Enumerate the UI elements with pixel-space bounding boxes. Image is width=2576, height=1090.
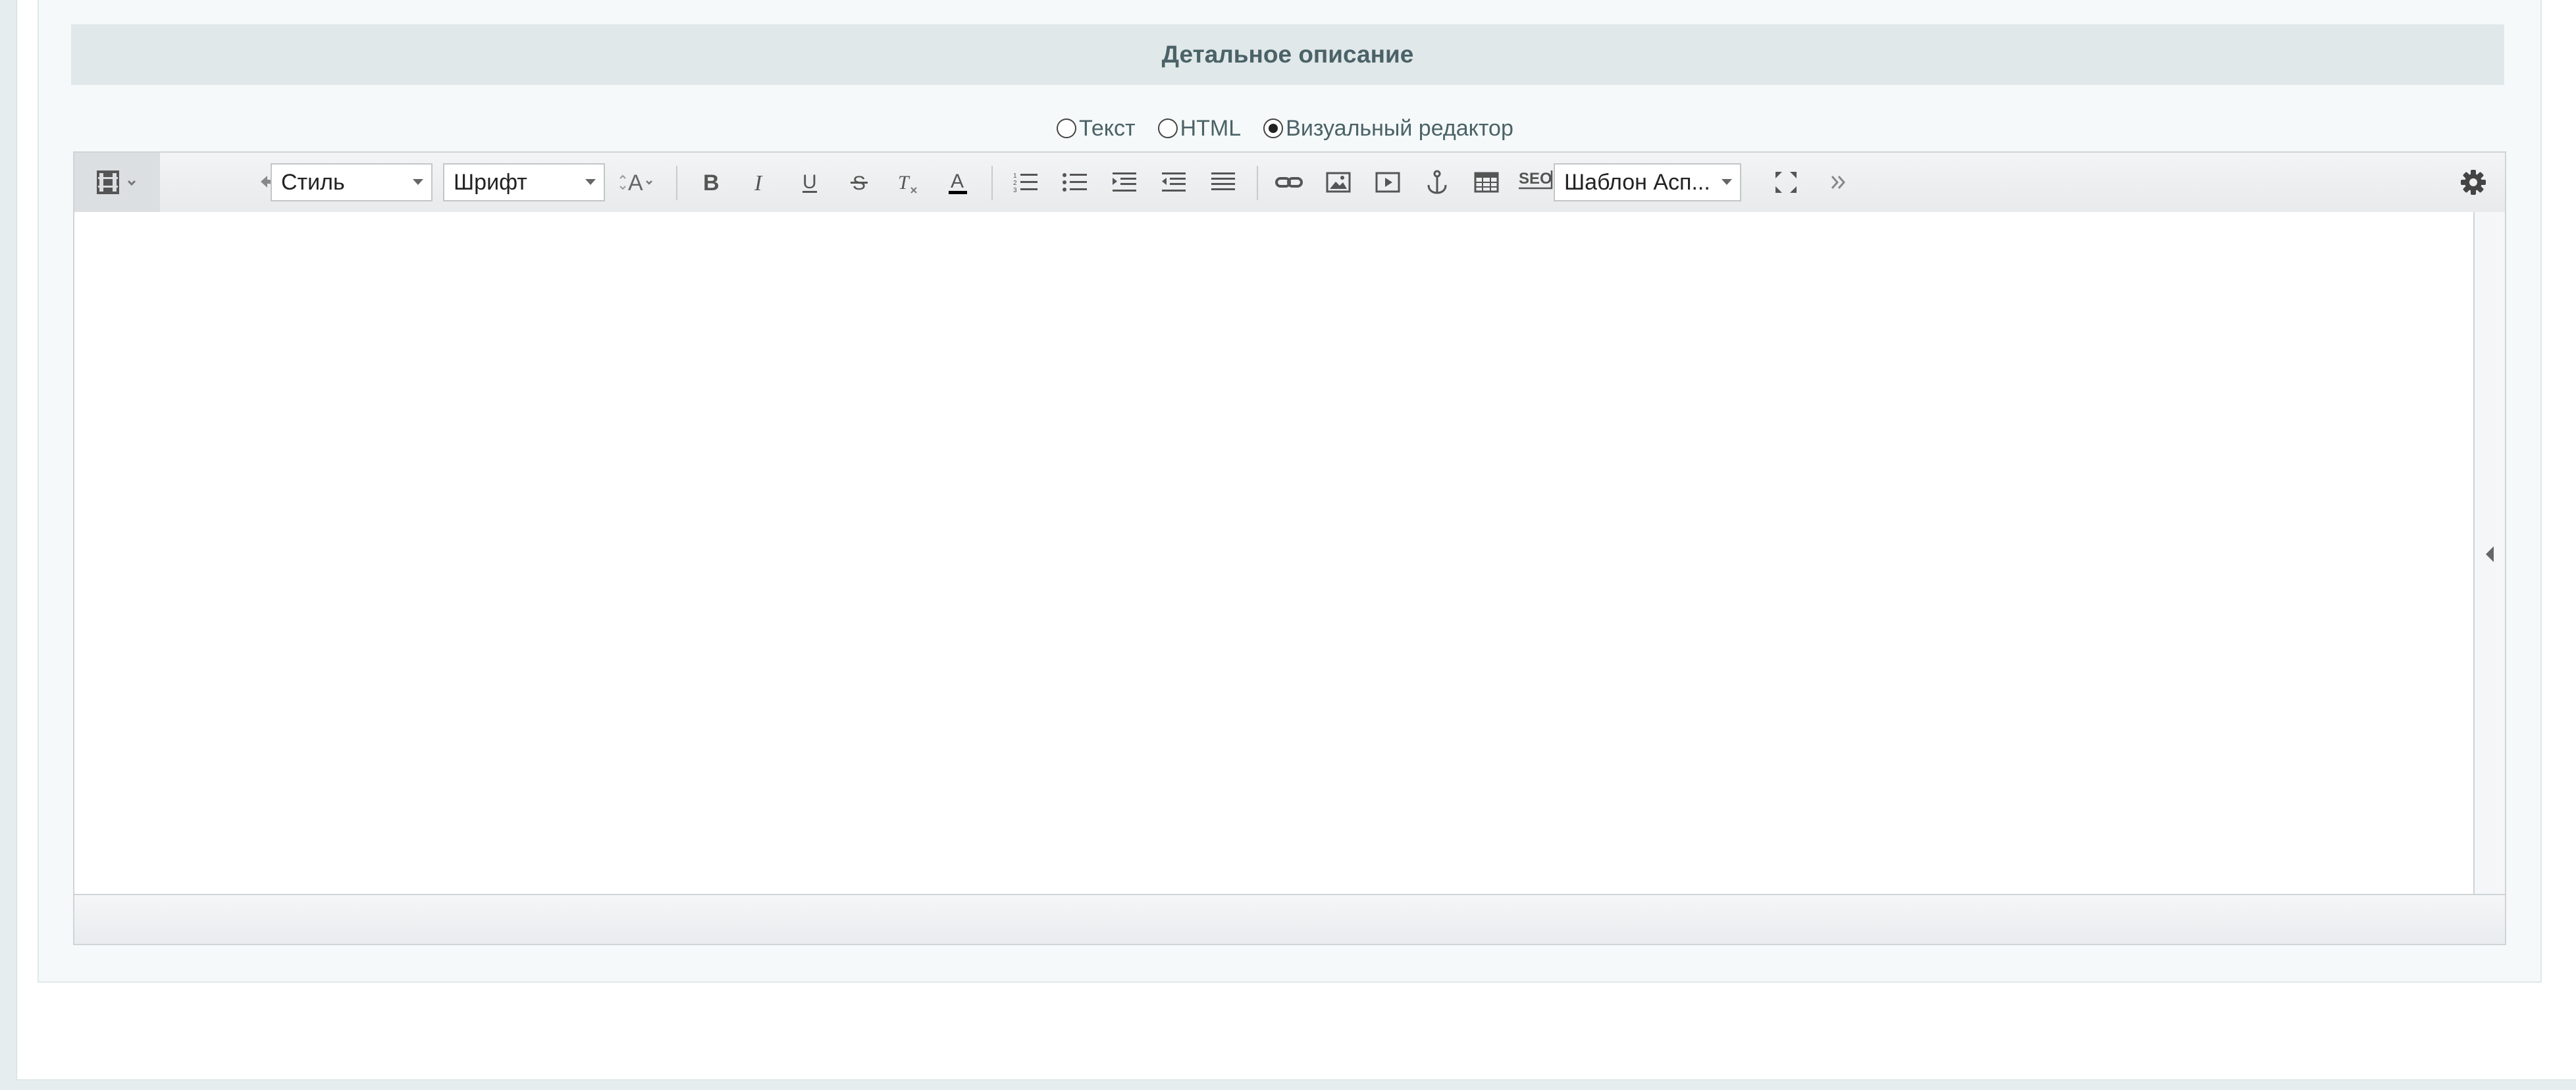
font-select[interactable]: Шрифт	[443, 163, 605, 201]
mode-html-label: HTML	[1180, 115, 1242, 141]
template-select-value: Шаблон Асп...	[1564, 169, 1710, 195]
svg-text:I: I	[754, 171, 763, 194]
ordered-list-button[interactable]: 1 2 3	[1003, 153, 1049, 212]
bullet-list-icon	[1063, 173, 1087, 192]
remove-format-button[interactable]: T	[885, 153, 932, 212]
fullscreen-icon	[1775, 172, 1797, 193]
svg-text:A: A	[951, 170, 964, 192]
svg-text:B: B	[703, 170, 720, 194]
seo-button[interactable]: SEO	[1513, 153, 1559, 212]
toolbar-separator	[676, 166, 677, 200]
video-icon	[1375, 172, 1400, 193]
video-button[interactable]	[1365, 153, 1411, 212]
text-color-button[interactable]: A	[935, 153, 981, 212]
settings-button[interactable]	[2442, 153, 2505, 212]
more-button[interactable]	[1816, 153, 1862, 212]
anchor-button[interactable]	[1414, 153, 1460, 212]
editor-status-bar	[74, 894, 2505, 944]
editor-mode-switch: Текст HTML Визуальный редактор	[1057, 112, 1536, 145]
seo-icon: SEO	[1519, 170, 1553, 190]
editor-toolbar: Стиль Шрифт A B I U S T A 1 2 3 SEO Шабл…	[74, 153, 2505, 213]
link-icon	[1275, 177, 1303, 188]
double-chevron-right-icon	[1831, 176, 1846, 189]
svg-text:A: A	[628, 170, 643, 195]
ordered-list-icon: 1 2 3	[1013, 172, 1038, 194]
outdent-button[interactable]	[1151, 153, 1197, 212]
mode-visual-radio[interactable]	[1263, 118, 1284, 138]
align-justify-icon	[1211, 172, 1235, 190]
chevron-down-icon	[585, 179, 596, 185]
template-select[interactable]: Шаблон Асп...	[1554, 163, 1741, 201]
image-button[interactable]	[1315, 153, 1361, 212]
svg-text:1: 1	[1013, 172, 1017, 180]
mode-text-label: Текст	[1079, 115, 1136, 141]
mode-text-option[interactable]: Текст	[1057, 116, 1136, 142]
mode-html-option[interactable]: HTML	[1157, 115, 1242, 142]
svg-text:T: T	[898, 172, 910, 194]
chevron-down-icon	[413, 179, 423, 185]
mode-visual-option[interactable]: Визуальный редактор	[1263, 116, 1513, 142]
underline-button[interactable]: U	[787, 153, 833, 212]
clear-format-icon: T	[898, 172, 917, 194]
bold-icon: B	[703, 170, 720, 194]
mode-text-radio[interactable]	[1057, 118, 1076, 138]
section-header: Детальное описание	[71, 24, 2504, 85]
svg-text:3: 3	[1013, 187, 1017, 194]
fullscreen-button[interactable]	[1763, 153, 1809, 212]
gear-icon	[2461, 170, 2486, 195]
svg-text:2: 2	[1013, 180, 1017, 187]
font-select-value: Шрифт	[454, 169, 527, 195]
italic-button[interactable]: I	[737, 153, 783, 212]
editor-mode-dropdown-button[interactable]	[74, 153, 160, 212]
style-select[interactable]: Стиль	[271, 163, 433, 201]
toolbar-separator	[991, 166, 993, 200]
font-size-icon: A	[619, 170, 652, 195]
table-icon	[1474, 172, 1499, 193]
align-button[interactable]	[1200, 153, 1246, 212]
underline-icon: U	[802, 171, 817, 193]
strikethrough-button[interactable]: S	[836, 153, 882, 212]
indent-icon	[1113, 172, 1136, 192]
table-button[interactable]	[1463, 153, 1510, 212]
italic-icon: I	[754, 171, 763, 194]
bullet-list-button[interactable]	[1052, 153, 1098, 212]
toolbar-separator	[1257, 166, 1258, 200]
strikethrough-icon: S	[851, 172, 868, 194]
film-icon	[97, 170, 136, 194]
font-size-button[interactable]: A	[614, 153, 667, 212]
bold-button[interactable]: B	[688, 153, 734, 212]
visual-editor: Стиль Шрифт A B I U S T A 1 2 3 SEO Шабл…	[73, 151, 2506, 945]
mode-visual-label: Визуальный редактор	[1286, 115, 1513, 141]
link-button[interactable]	[1266, 153, 1312, 212]
image-icon	[1326, 172, 1351, 193]
text-color-icon: A	[949, 170, 967, 194]
svg-text:U: U	[802, 171, 817, 193]
section-title: Детальное описание	[1161, 41, 1414, 68]
anchor-icon	[1427, 170, 1447, 194]
outdent-icon	[1162, 172, 1186, 192]
style-select-value: Стиль	[281, 169, 345, 195]
mode-html-radio[interactable]	[1157, 118, 1178, 138]
chevron-left-icon	[2486, 546, 2494, 562]
svg-text:SEO: SEO	[1519, 170, 1552, 188]
indent-button[interactable]	[1101, 153, 1147, 212]
side-panel-toggle[interactable]	[2473, 212, 2505, 896]
editor-content-area[interactable]	[74, 212, 2473, 896]
chevron-down-icon	[1722, 179, 1732, 185]
